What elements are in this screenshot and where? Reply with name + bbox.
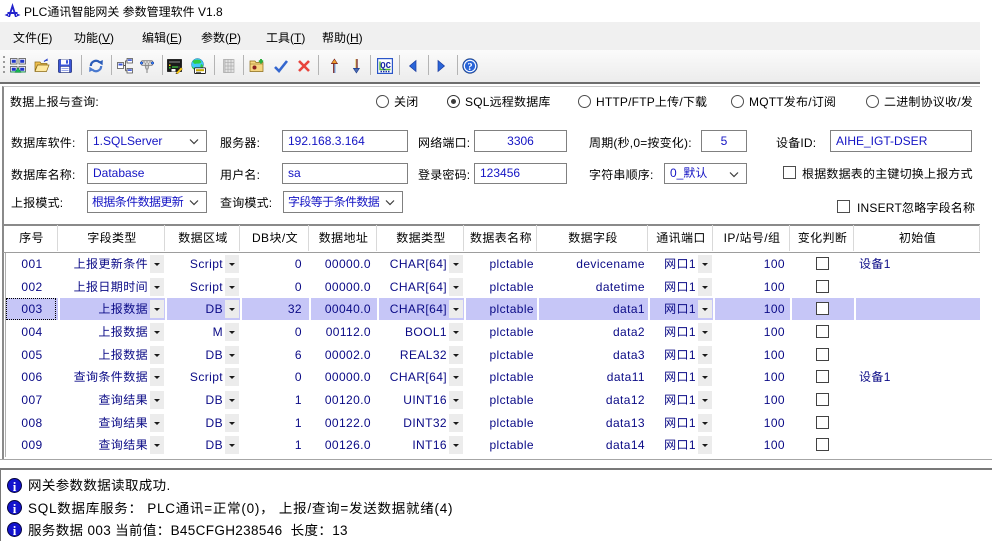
svg-text:?: ? [467,62,472,73]
svg-text:QC: QC [380,61,391,71]
